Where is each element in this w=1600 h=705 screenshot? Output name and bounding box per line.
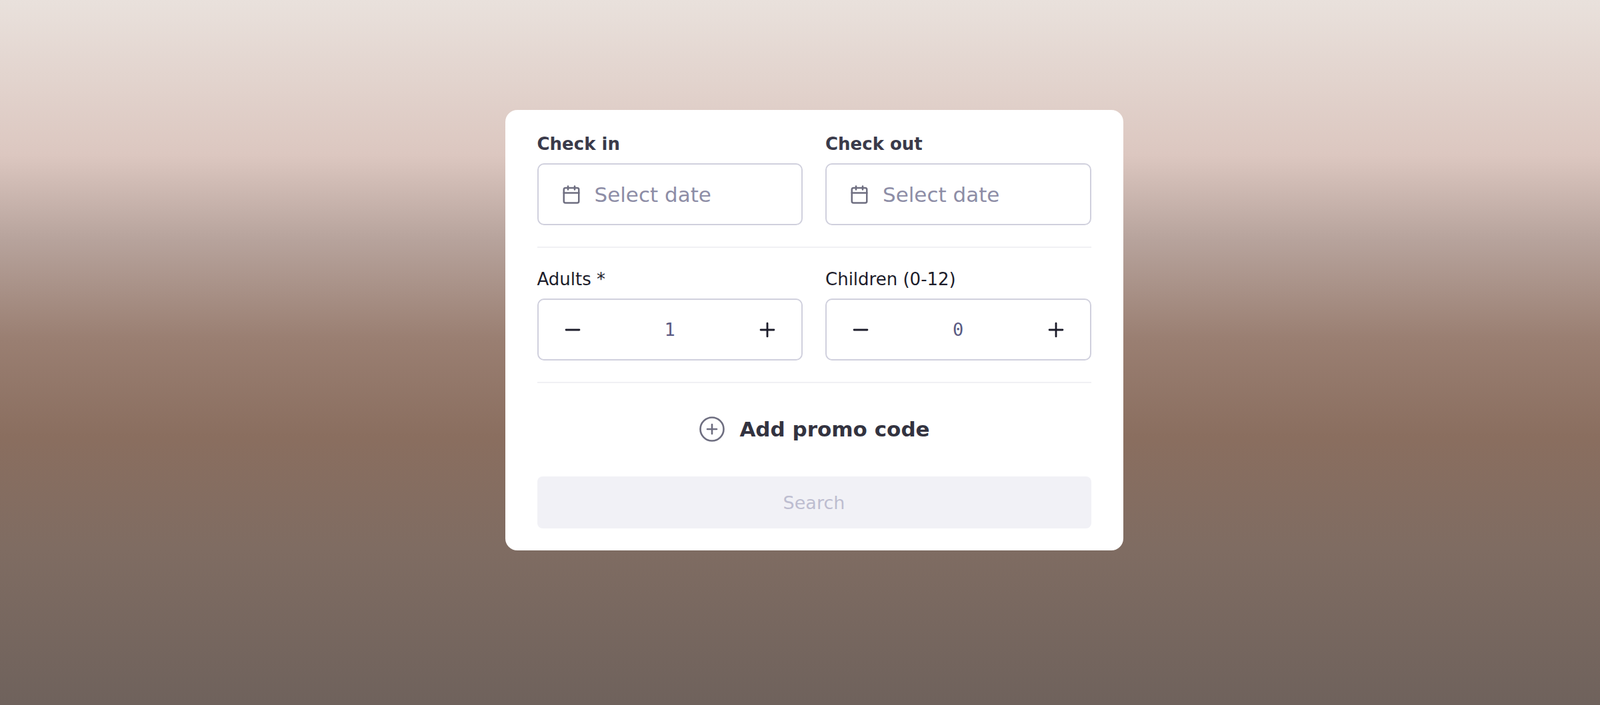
- minus-icon: [561, 318, 584, 342]
- search-button[interactable]: Search: [537, 476, 1092, 529]
- guest-stepper: 1: [537, 298, 804, 361]
- date-placeholder: Select date: [882, 182, 1000, 207]
- date-field: Check in Select date: [537, 134, 804, 226]
- promo-code-button[interactable]: Add promo code: [690, 410, 938, 449]
- divider: [537, 246, 1092, 248]
- date-field: Check out Select date: [825, 134, 1092, 226]
- guest-count[interactable]: 1: [597, 319, 744, 340]
- increment-button[interactable]: [756, 318, 779, 342]
- guest-field: Children (0-12) 0: [825, 269, 1092, 361]
- date-input[interactable]: Select date: [537, 163, 804, 226]
- decrement-button[interactable]: [561, 318, 584, 342]
- guest-stepper: 0: [825, 298, 1092, 361]
- date-input[interactable]: Select date: [825, 163, 1092, 226]
- date-placeholder: Select date: [594, 182, 712, 207]
- decrement-button[interactable]: [849, 318, 872, 342]
- increment-button[interactable]: [1044, 318, 1068, 342]
- field-label: Children (0-12): [825, 269, 1092, 290]
- background-photo: Check in Select date Check out Select date A…: [0, 0, 1600, 705]
- guests-row: Adults * 1 Children (0-12) 0: [537, 269, 1092, 361]
- promo-label: Add promo code: [739, 417, 930, 442]
- minus-icon: [849, 318, 872, 342]
- field-label: Check out: [825, 134, 1092, 154]
- plus-icon: [756, 318, 779, 342]
- guest-field: Adults * 1: [537, 269, 804, 361]
- calendar-icon: [849, 184, 870, 205]
- plus-icon: [1044, 318, 1068, 342]
- divider: [537, 382, 1092, 384]
- booking-card: Check in Select date Check out Select date A…: [505, 110, 1124, 551]
- field-label: Adults *: [537, 269, 804, 290]
- field-label: Check in: [537, 134, 804, 154]
- add-circle-icon: [698, 415, 726, 444]
- calendar-icon: [561, 184, 582, 205]
- dates-row: Check in Select date Check out Select date: [537, 134, 1092, 226]
- guest-count[interactable]: 0: [885, 319, 1032, 340]
